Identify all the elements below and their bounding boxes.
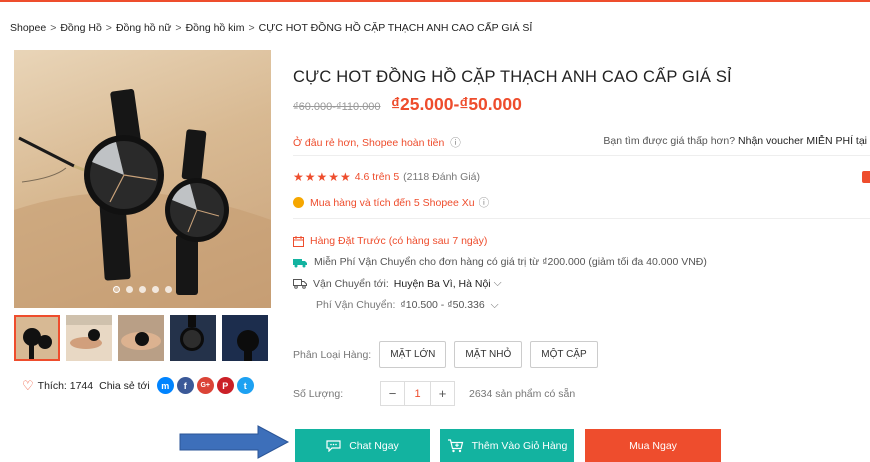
breadcrumb-separator: >: [105, 22, 112, 34]
breadcrumb-shopee[interactable]: Shopee: [10, 22, 46, 34]
thumbnail-5[interactable]: [222, 315, 268, 361]
variation-selector: Phân Loại Hàng: MẶT LỚN MẶT NHỎ MỘT CẶP: [293, 341, 598, 368]
top-accent-line: [0, 0, 870, 2]
stock-count: 2634 sản phẩm có sẵn: [469, 387, 576, 400]
breadcrumb-separator: >: [248, 22, 255, 34]
add-to-cart-button[interactable]: Thêm Vào Giỏ Hàng: [440, 429, 574, 462]
quantity-label: Số Lượng:: [293, 387, 344, 400]
variation-option-large[interactable]: MẶT LỚN: [379, 341, 447, 368]
variation-label: Phân Loại Hàng:: [293, 348, 372, 361]
voucher-question: Bạn tìm được giá thấp hơn?: [603, 135, 736, 147]
free-shipping-truck-icon: [293, 257, 308, 268]
breadcrumb-separator: >: [50, 22, 57, 34]
annotation-arrow-icon: [179, 425, 290, 459]
carousel-dot[interactable]: [152, 286, 159, 293]
product-title: CỰC HOT ĐỒNG HỒ CẶP THẠCH ANH CAO CẤP GI…: [293, 68, 732, 86]
price-guarantee[interactable]: Ở đâu rẻ hơn, Shopee hoàn tiền ⓘ: [293, 135, 461, 150]
breadcrumb: Shopee > Đồng Hồ > Đồng hồ nữ > Đồng hồ kim > CỰ…: [10, 22, 532, 34]
carousel-dot[interactable]: [139, 286, 146, 293]
ship-to-location[interactable]: Huyện Ba Vì, Hà Nội: [394, 278, 491, 290]
quantity-row: Số Lượng: − + 2634 sản phẩm có sẵn: [293, 381, 575, 406]
decrease-button[interactable]: −: [381, 382, 404, 405]
rating-row[interactable]: ★★★★★ 4.6 trên 5 (2118 Đánh Giá): [293, 170, 480, 184]
cart-plus-icon: [447, 438, 464, 453]
buy-now-label: Mua Ngay: [629, 439, 677, 452]
carousel-dots: [14, 280, 271, 298]
chevron-down-icon[interactable]: ⌵: [491, 299, 499, 311]
increase-button[interactable]: +: [431, 382, 454, 405]
coins-text: Mua hàng và tích đến 5 Shopee Xu: [310, 196, 475, 209]
carousel-dot[interactable]: [126, 286, 133, 293]
shipping-fee: Phí Vận Chuyển: ₫10.500 - ₫50.336 ⌵: [316, 299, 499, 312]
like-count: Thích: 1744: [37, 379, 94, 392]
shopee-coins: Mua hàng và tích đến 5 Shopee Xu ⓘ: [293, 195, 489, 210]
sale-price: ₫25.000-₫50.000: [391, 94, 522, 114]
thumbnail-image: [66, 315, 112, 361]
free-shipping: Miễn Phí Vận Chuyển cho đơn hàng có giá …: [293, 256, 707, 268]
price-row: ₫60.000-₫110.000 ₫25.000-₫50.000: [293, 94, 522, 115]
watch-pair-photo: [14, 89, 271, 308]
breadcrumb-dong-ho-nu[interactable]: Đồng hồ nữ: [116, 22, 171, 34]
voucher-prompt: Bạn tìm được giá thấp hơn? Nhận voucher …: [603, 135, 867, 147]
help-circle-icon[interactable]: ⓘ: [450, 137, 461, 149]
variation-option-small[interactable]: MẶT NHỎ: [454, 341, 523, 368]
shipping-fee-value[interactable]: ₫10.500 - ₫50.336: [400, 299, 484, 311]
breadcrumb-current: CỰC HOT ĐỒNG HỒ CẶP THẠCH ANH CAO CẤP GI…: [258, 22, 533, 34]
divider: [293, 155, 870, 156]
thumbnail-strip: [14, 315, 271, 361]
voucher-link[interactable]: Nhận voucher MIỄN PHÍ tại: [738, 135, 867, 147]
breadcrumb-dong-ho-kim[interactable]: Đồng hồ kim: [186, 22, 245, 34]
free-shipping-text: Miễn Phí Vận Chuyển cho đơn hàng có giá …: [314, 256, 707, 268]
calendar-icon: [293, 235, 304, 247]
thumbnail-image: [170, 315, 216, 361]
google-plus-icon[interactable]: G+: [196, 377, 214, 394]
breadcrumb-dong-ho[interactable]: Đồng Hồ: [60, 22, 101, 34]
divider: [293, 218, 870, 219]
thumbnail-1[interactable]: [14, 315, 60, 361]
rating-score: 4.6 trên 5: [354, 171, 400, 183]
original-price: ₫60.000-₫110.000: [293, 101, 381, 113]
thumbnail-image: [222, 315, 268, 361]
quantity-input[interactable]: [404, 382, 431, 405]
social-bar: ♡ Thích: 1744 Chia sẻ tới m f G+ P t: [22, 377, 254, 394]
messenger-icon[interactable]: m: [156, 377, 174, 394]
coin-icon: [293, 197, 304, 208]
preorder-text: Hàng Đặt Trước (có hàng sau 7 ngày): [310, 235, 488, 247]
price-guarantee-text: Ở đâu rẻ hơn, Shopee hoàn tiền: [293, 137, 445, 149]
facebook-icon[interactable]: f: [176, 377, 194, 394]
ship-to: Vận Chuyển tới: Huyện Ba Vì, Hà Nội ⌵: [293, 277, 502, 290]
carousel-dot[interactable]: [113, 286, 120, 293]
shipping-fee-label: Phí Vận Chuyển:: [316, 299, 396, 311]
rating-stars-icon: ★★★★★: [293, 170, 352, 184]
ship-to-label: Vận Chuyển tới:: [313, 277, 389, 290]
pinterest-icon[interactable]: P: [216, 377, 234, 394]
heart-icon[interactable]: ♡: [22, 378, 34, 394]
carousel-dot[interactable]: [165, 286, 172, 293]
share-label: Chia sẻ tới: [99, 379, 150, 392]
side-badge[interactable]: [862, 171, 870, 183]
quantity-stepper: − +: [380, 381, 455, 406]
chevron-down-icon[interactable]: ⌵: [494, 277, 502, 290]
breadcrumb-separator: >: [175, 22, 182, 34]
truck-icon: [293, 278, 307, 289]
thumbnail-image: [14, 315, 60, 361]
product-main-image[interactable]: [14, 50, 271, 308]
chat-now-button[interactable]: Chat Ngay: [295, 429, 430, 462]
chat-bubble-icon: [326, 439, 341, 452]
rating-count: (2118 Đánh Giá): [403, 171, 481, 183]
thumbnail-image: [118, 315, 164, 361]
buy-now-button[interactable]: Mua Ngay: [585, 429, 721, 462]
twitter-icon[interactable]: t: [236, 377, 254, 394]
thumbnail-3[interactable]: [118, 315, 164, 361]
thumbnail-4[interactable]: [170, 315, 216, 361]
variation-option-pair[interactable]: MỘT CẶP: [530, 341, 598, 368]
add-to-cart-label: Thêm Vào Giỏ Hàng: [471, 439, 568, 452]
help-circle-icon[interactable]: ⓘ: [479, 195, 490, 210]
thumbnail-2[interactable]: [66, 315, 112, 361]
chat-now-label: Chat Ngay: [349, 439, 399, 452]
preorder-notice: Hàng Đặt Trước (có hàng sau 7 ngày): [293, 235, 487, 247]
